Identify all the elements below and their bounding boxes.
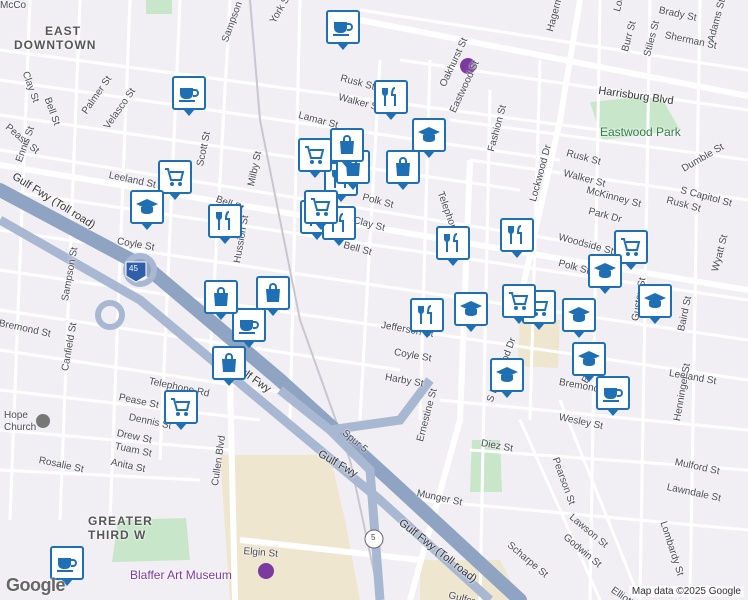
school-marker[interactable]	[638, 284, 672, 324]
area-label: DOWNTOWN	[14, 38, 97, 52]
map-canvas[interactable]: EAST DOWNTOWN GREATER THIRD W Eastwood P…	[0, 0, 748, 600]
cafe-marker[interactable]	[172, 76, 206, 116]
restaurant-icon	[508, 225, 522, 244]
shopping-cart-marker[interactable]	[158, 160, 192, 200]
restaurant-marker[interactable]	[374, 80, 408, 120]
highway-shield-number: 5	[371, 533, 376, 542]
school-marker[interactable]	[454, 292, 488, 332]
shopping-cart-marker[interactable]	[298, 138, 332, 178]
school-icon	[136, 199, 158, 214]
shopping-cart-marker[interactable]	[502, 284, 536, 324]
school-icon	[460, 301, 482, 316]
school-icon	[578, 351, 600, 366]
church-icon[interactable]	[36, 414, 50, 428]
shopping-cart-icon	[621, 238, 641, 256]
shopping-bag-marker[interactable]	[386, 150, 420, 190]
school-icon	[418, 127, 440, 142]
shopping-cart-marker[interactable]	[164, 390, 198, 430]
highway-shield-number: 45	[129, 264, 138, 273]
hope-church-label[interactable]: Church	[4, 422, 36, 433]
shopping-cart-icon	[305, 146, 325, 164]
area-label: GREATER	[88, 514, 153, 528]
shopping-bag-marker[interactable]	[256, 276, 290, 316]
school-icon	[496, 367, 518, 382]
restaurant-icon	[418, 305, 432, 324]
cafe-icon	[179, 88, 199, 102]
area-label: EAST	[45, 24, 82, 38]
area-label: THIRD W	[88, 528, 147, 542]
blaffer-art-museum-label[interactable]: Blaffer Art Museum	[130, 568, 232, 582]
street-label: McCo	[0, 0, 27, 11]
restaurant-marker[interactable]	[500, 218, 534, 258]
google-logo: Google	[6, 575, 66, 595]
cafe-icon	[57, 558, 77, 572]
shopping-bag-icon	[214, 287, 228, 306]
restaurant-icon	[382, 87, 396, 106]
school-marker[interactable]	[562, 298, 596, 338]
map-attribution[interactable]: Map data ©2025 Google	[628, 586, 744, 597]
shopping-cart-marker[interactable]	[304, 190, 338, 230]
school-marker[interactable]	[130, 190, 164, 230]
shopping-cart-icon	[509, 292, 529, 310]
school-marker[interactable]	[572, 342, 606, 382]
cafe-marker[interactable]	[326, 10, 360, 50]
museum-icon[interactable]	[258, 563, 274, 579]
restaurant-marker[interactable]	[436, 226, 470, 266]
school-icon	[568, 307, 590, 322]
cafe-icon	[239, 320, 259, 334]
shopping-bag-icon	[266, 283, 280, 302]
shopping-bag-marker[interactable]	[204, 280, 238, 320]
shopping-bag-marker[interactable]	[330, 128, 364, 168]
restaurant-icon	[444, 233, 458, 252]
shopping-cart-icon	[165, 168, 185, 186]
school-icon	[594, 263, 616, 278]
restaurant-marker[interactable]	[410, 298, 444, 338]
eastwood-park-label[interactable]: Eastwood Park	[600, 125, 681, 139]
school-marker[interactable]	[412, 118, 446, 158]
cafe-icon	[333, 22, 353, 36]
cafe-marker[interactable]	[596, 376, 630, 416]
shopping-bag-icon	[396, 157, 410, 176]
shopping-cart-icon	[311, 198, 331, 216]
restaurant-marker[interactable]	[208, 204, 242, 244]
cafe-icon	[603, 388, 623, 402]
shopping-cart-icon	[171, 398, 191, 416]
shopping-bag-icon	[222, 353, 236, 372]
restaurant-icon	[216, 211, 230, 230]
hope-church-label[interactable]: Hope	[4, 410, 28, 421]
school-marker[interactable]	[490, 358, 524, 398]
school-icon	[644, 293, 666, 308]
shopping-bag-marker[interactable]	[212, 346, 246, 386]
school-marker[interactable]	[588, 254, 622, 294]
shopping-bag-icon	[340, 135, 354, 154]
